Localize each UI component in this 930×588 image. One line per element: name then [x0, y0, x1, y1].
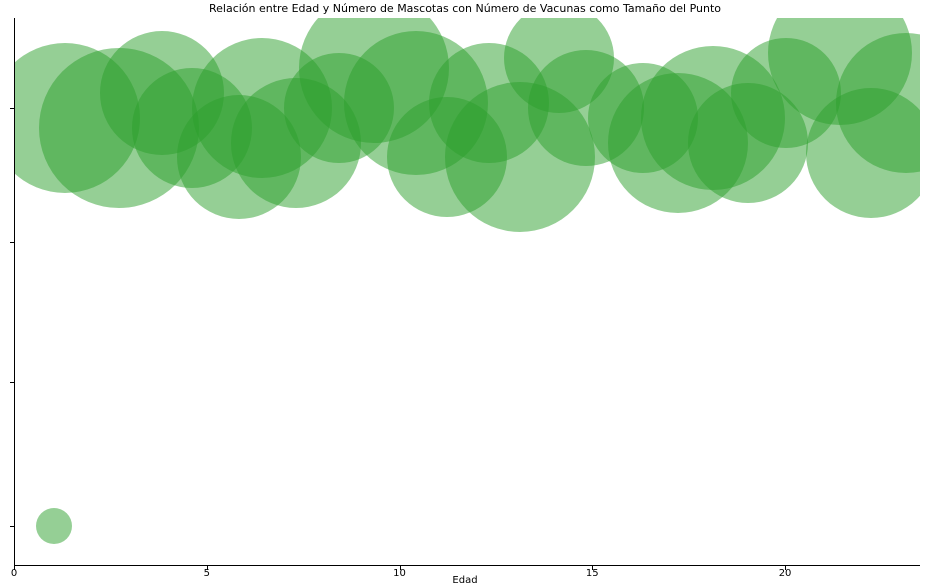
y-tick: [10, 382, 14, 383]
y-tick: [10, 526, 14, 527]
data-point: [36, 508, 72, 544]
y-tick: [10, 108, 14, 109]
y-tick: [10, 242, 14, 243]
bubble-chart: Relación entre Edad y Número de Mascotas…: [0, 0, 930, 588]
chart-title: Relación entre Edad y Número de Mascotas…: [0, 2, 930, 15]
plot-area: [14, 18, 920, 566]
x-axis-label: Edad: [0, 575, 930, 586]
